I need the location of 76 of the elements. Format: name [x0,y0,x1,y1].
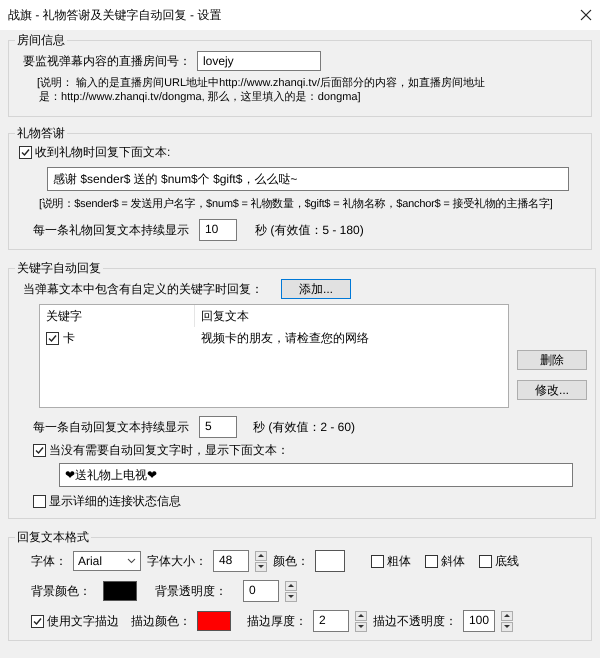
field-label: 每一条礼物回复文本持续显示 [33,222,189,238]
checkbox[interactable] [425,554,438,568]
arrow-down-icon [504,625,510,628]
spin-down-button[interactable] [355,622,367,632]
window-title: 战旗 - 礼物答谢及关键字自动回复 - 设置 [8,6,222,24]
checkbox[interactable] [33,444,46,457]
spin-up-button[interactable] [255,550,267,560]
arrow-up-icon [358,614,364,617]
column-header: 回复文本 [201,308,249,322]
checkbox[interactable] [46,332,59,344]
size-field[interactable]: 48 [213,550,249,572]
help-text: 是：http://www.zhanqi.tv/dongma, 那么，这里填入的是：dongma] [38,90,362,104]
group-title: 房间信息 [16,32,66,49]
spin-down-button[interactable] [285,592,297,602]
idle-text-field[interactable]: ❤送礼物上电视❤ [59,463,573,487]
spin-down-button[interactable] [501,622,513,632]
outline-opacity-field[interactable]: 100 [463,610,495,632]
checkbox[interactable] [19,146,32,159]
font-dropdown[interactable]: Arial [73,551,141,571]
field-label: 描边颜色： [131,612,191,630]
checkbox-label: 当没有需要自动回复文字时，显示下面文本： [49,442,289,459]
group-title: 关键字自动回复 [16,260,102,277]
field-label: 要监视弹幕内容的直播房间号： [23,52,191,70]
help-text: [说明：$sender$ = 发送用户名字，$num$ = 礼物数量，$gift$ = 礼物名称，$anchor$ = 接受礼物的主播名字] [39,197,554,211]
checkbox-label: 收到礼物时回复下面文本: [35,144,170,161]
duration-field[interactable]: 10 [199,219,237,241]
close-icon[interactable] [580,9,592,21]
field-label: 字体： [31,552,67,570]
checkbox[interactable] [31,614,44,628]
arrow-down-icon [358,625,364,628]
field-label: 每一条自动回复文本持续显示 [33,418,189,436]
reply-text-field[interactable]: 感谢 $sender$ 送的 $num$个 $gift$，么么哒~ [47,167,569,191]
range-hint: 秒 (有效值：5 - 180) [255,222,364,238]
spin-up-button[interactable] [285,580,297,590]
field-label: 背景颜色： [31,582,91,600]
keyword-cell: 卡 [63,330,75,346]
checkbox[interactable] [33,495,46,508]
duration-field[interactable]: 5 [199,416,237,438]
group-title: 礼物答谢 [16,125,66,142]
spin-up-button[interactable] [501,610,513,620]
field-label: 当弹幕文本中包含有自定义的关键字时回复： [23,280,263,298]
field-label: 描边不透明度： [373,612,457,630]
arrow-up-icon [258,554,264,557]
reply-cell: 视频卡的朋友，请检查您的网络 [201,330,369,344]
group-title: 回复文本格式 [16,529,90,546]
spin-down-button[interactable] [255,562,267,572]
background-color-swatch[interactable] [103,581,137,601]
arrow-down-icon [288,595,294,598]
checkbox[interactable] [371,554,384,568]
checkbox-label: 粗体 [387,552,411,570]
opacity-field[interactable]: 0 [243,580,279,602]
delete-button[interactable]: 删除 [517,350,587,370]
range-hint: 秒 (有效值：2 - 60) [253,418,356,436]
checkbox-label: 显示详细的连接状态信息 [49,493,181,510]
spin-up-button[interactable] [355,610,367,620]
edit-button[interactable]: 修改... [517,380,587,400]
room-field[interactable]: lovejy [197,51,321,71]
outline-width-field[interactable]: 2 [313,610,349,632]
arrow-up-icon [288,584,294,587]
dropdown-value: Arial [78,554,102,568]
arrow-up-icon [504,614,510,617]
field-label: 背景透明度： [155,582,227,600]
column-header: 关键字 [46,308,82,324]
field-label: 字体大小： [147,552,207,570]
checkbox-label: 底线 [495,552,519,570]
field-label: 描边厚度： [247,612,307,630]
add-button[interactable]: 添加... [281,279,351,299]
checkbox-label: 使用文字描边 [47,612,119,630]
text-color-swatch[interactable] [315,550,345,572]
outline-color-swatch[interactable] [197,611,231,631]
arrow-down-icon [258,565,264,568]
checkbox[interactable] [479,554,492,568]
field-label: 颜色： [273,552,309,570]
chevron-down-icon [127,558,136,564]
help-text: [说明： 输入的是直播房间URL地址中http://www.zhanqi.tv/后面部分的内容，如直播房间地址 [37,76,486,90]
checkbox-label: 斜体 [441,552,465,570]
